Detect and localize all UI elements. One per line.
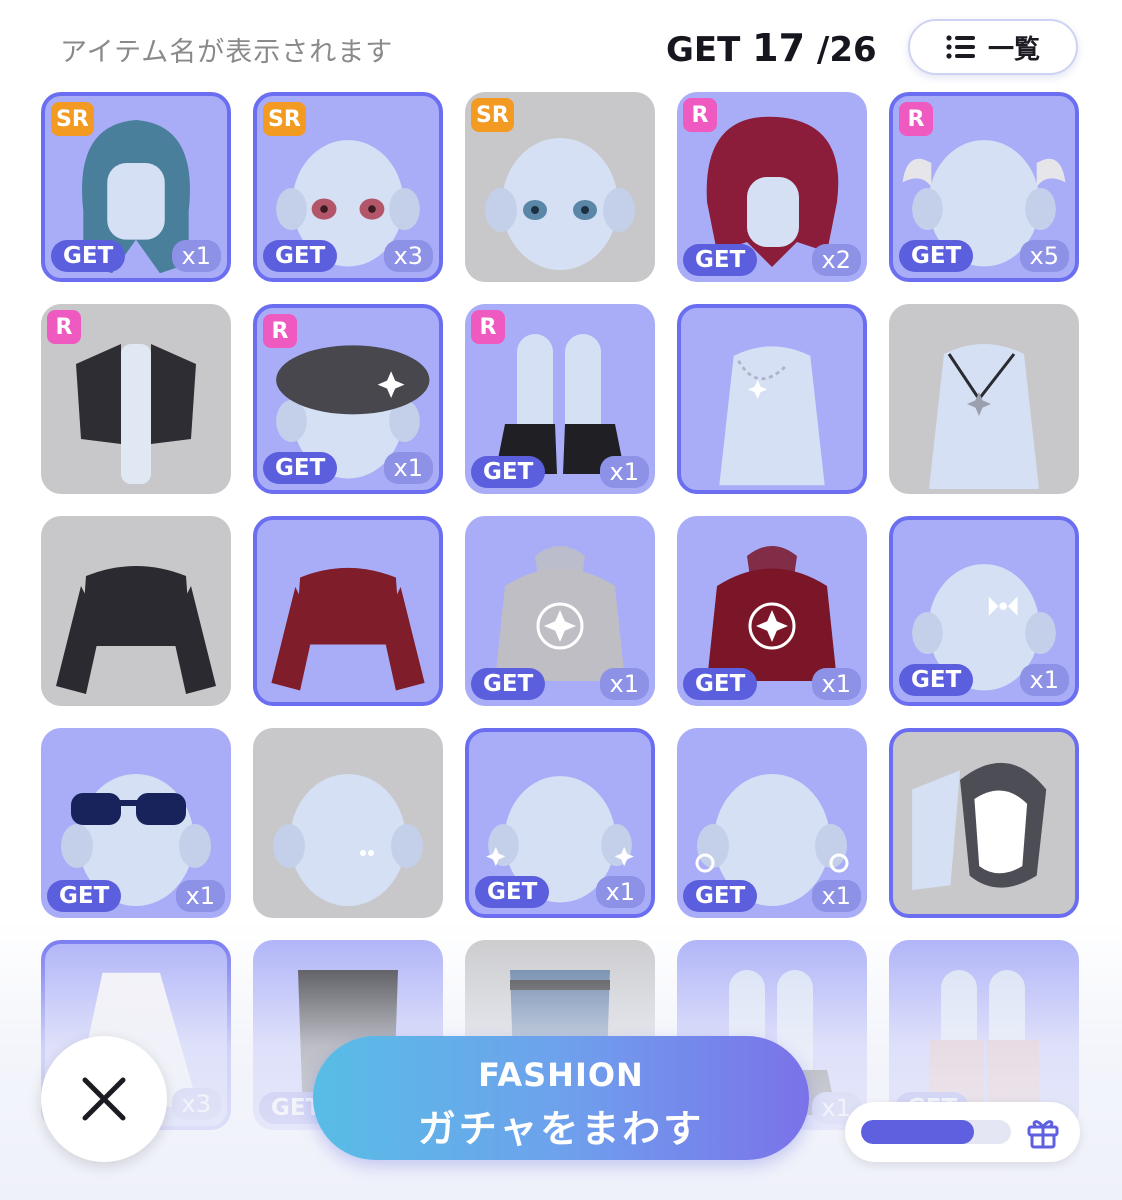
item-tile-eyes-blue[interactable]: SR	[465, 92, 655, 282]
get-label: GET	[666, 30, 741, 70]
item-art-crop-red	[271, 567, 425, 691]
item-tile-necklace-pendant[interactable]	[889, 304, 1079, 494]
get-badge: GET	[47, 880, 122, 912]
item-tile-eyes-pink[interactable]: SR GET x3	[253, 92, 443, 282]
get-badge: GET	[899, 240, 974, 272]
item-tile-crop-red[interactable]	[253, 516, 443, 706]
header: アイテム名が表示されます GET 17 /26 一覧	[0, 0, 1122, 90]
item-art-necklace-star	[719, 346, 825, 486]
list-view-button[interactable]: 一覧	[908, 19, 1078, 75]
quantity-badge: x1	[595, 876, 645, 908]
get-badge: GET	[471, 456, 546, 488]
quantity-badge: x1	[599, 456, 649, 488]
quantity-badge: x3	[383, 240, 433, 272]
get-badge: GET	[51, 240, 126, 272]
item-name-label: アイテム名が表示されます	[60, 37, 394, 68]
rarity-badge: SR	[263, 102, 306, 136]
item-grid: SR GET x1 SR GET x3 SR R GET x2 R GET x5 R R GET x1 R GET x…	[41, 92, 1081, 1130]
item-tile-hoodie-red[interactable]: GET x1	[677, 516, 867, 706]
item-art-crop-black	[56, 566, 216, 694]
quantity-badge: x1	[383, 452, 433, 484]
quantity-badge: x1	[811, 880, 861, 912]
item-tile-boots[interactable]: R GET x1	[465, 304, 655, 494]
item-tile-jacket-black[interactable]: R	[41, 304, 231, 494]
rarity-badge: R	[471, 310, 505, 344]
rarity-badge: R	[899, 102, 933, 136]
get-badge: GET	[475, 876, 550, 908]
rarity-badge: R	[47, 310, 81, 344]
item-tile-necklace-star[interactable]	[677, 304, 867, 494]
item-tile-hair-ribbon[interactable]: GET x1	[889, 516, 1079, 706]
fashion-gacha-button[interactable]: FASHION ガチャをまわす	[313, 1036, 809, 1160]
gacha-subtitle: ガチャをまわす	[417, 1107, 705, 1151]
item-tile-earrings-bow[interactable]: GET x1	[465, 728, 655, 918]
quantity-badge: x1	[175, 880, 225, 912]
gacha-title: FASHION	[478, 1056, 644, 1094]
item-art-frill-collar	[912, 762, 1047, 891]
item-tile-beret[interactable]: R GET x1	[253, 304, 443, 494]
quantity-badge: x3	[171, 1088, 221, 1120]
get-badge: GET	[471, 668, 546, 700]
close-button[interactable]	[41, 1036, 167, 1162]
owned-count: 17	[752, 26, 806, 70]
item-tile-hair-blue-bob[interactable]: SR GET x1	[41, 92, 231, 282]
close-icon	[82, 1077, 126, 1121]
item-tile-hoodie-grey[interactable]: GET x1	[465, 516, 655, 706]
quantity-badge: x2	[811, 244, 861, 276]
get-badge: GET	[683, 668, 758, 700]
item-tile-hair-red[interactable]: R GET x2	[677, 92, 867, 282]
progress-fill	[861, 1120, 974, 1144]
progress-track	[861, 1120, 1011, 1144]
item-tile-hair-pigtails[interactable]: R GET x5	[889, 92, 1079, 282]
get-badge: GET	[899, 664, 974, 696]
item-tile-sunglasses[interactable]: GET x1	[41, 728, 231, 918]
rarity-badge: R	[263, 314, 297, 348]
item-tile-piercing[interactable]	[253, 728, 443, 918]
get-badge: GET	[263, 240, 338, 272]
item-tile-crop-black[interactable]	[41, 516, 231, 706]
reward-progress[interactable]	[845, 1102, 1080, 1162]
quantity-badge: x5	[1019, 240, 1069, 272]
list-icon	[946, 35, 975, 59]
rarity-badge: R	[683, 98, 717, 132]
item-art-piercing	[273, 774, 423, 906]
get-badge: GET	[263, 452, 338, 484]
rarity-badge: SR	[51, 102, 94, 136]
quantity-badge: x1	[811, 668, 861, 700]
quantity-badge: x1	[599, 668, 649, 700]
item-tile-frill-collar[interactable]	[889, 728, 1079, 918]
rarity-badge: SR	[471, 98, 514, 132]
collection-counter: GET 17 /26	[666, 26, 877, 70]
item-art-necklace-pendant	[929, 344, 1039, 489]
item-tile-earrings-star[interactable]: GET x1	[677, 728, 867, 918]
get-badge: GET	[683, 244, 758, 276]
get-badge: GET	[683, 880, 758, 912]
list-button-label: 一覧	[987, 34, 1040, 65]
quantity-badge: x1	[1019, 664, 1069, 696]
total-count: /26	[816, 30, 877, 70]
quantity-badge: x1	[171, 240, 221, 272]
gift-icon	[1027, 1120, 1059, 1149]
